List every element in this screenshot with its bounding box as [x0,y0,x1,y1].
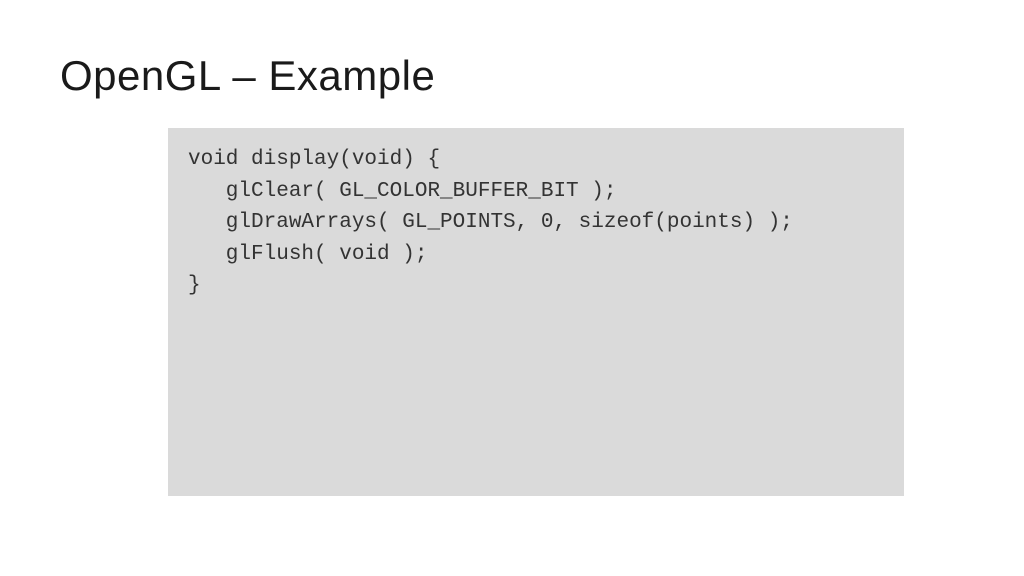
slide-title: OpenGL – Example [60,52,964,100]
code-line: } [188,270,884,302]
code-line: glDrawArrays( GL_POINTS, 0, sizeof(point… [188,207,884,239]
code-line: void display(void) { [188,144,884,176]
code-line: glClear( GL_COLOR_BUFFER_BIT ); [188,176,884,208]
slide: OpenGL – Example void display(void) { gl… [0,0,1024,576]
code-line: glFlush( void ); [188,239,884,271]
code-block: void display(void) { glClear( GL_COLOR_B… [168,128,904,496]
